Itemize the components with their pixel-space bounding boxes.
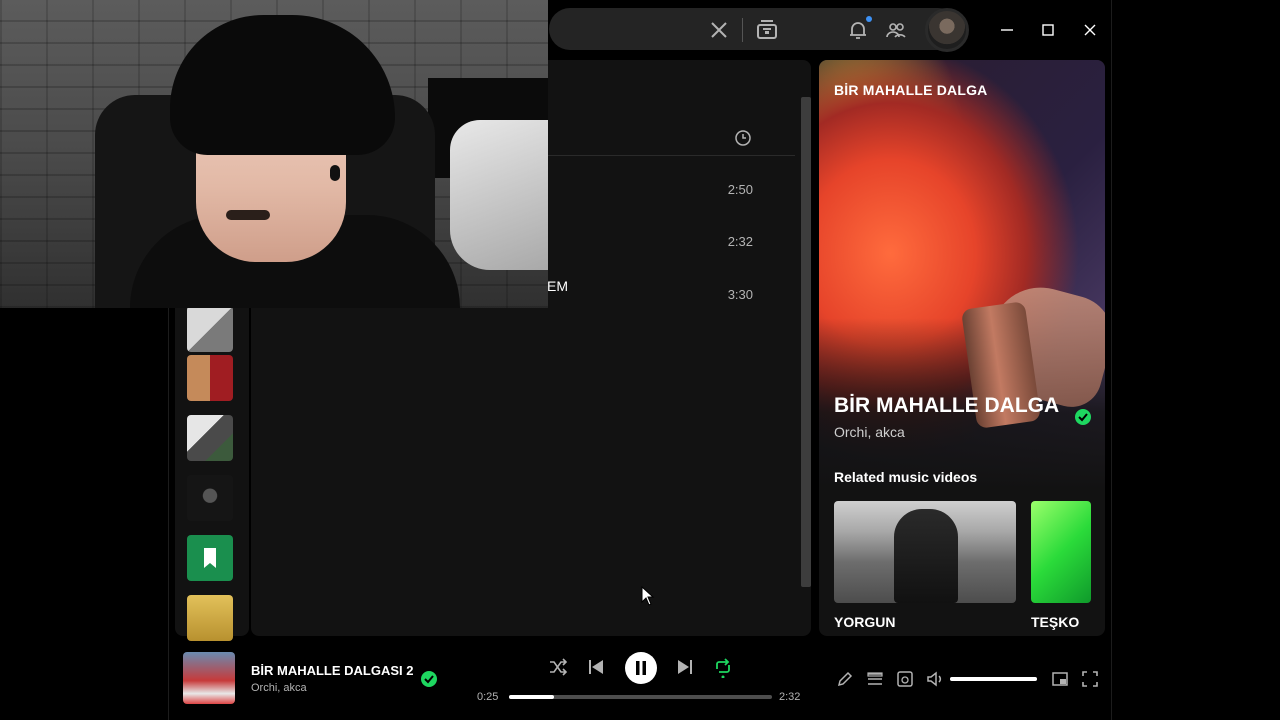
maximize-icon[interactable] xyxy=(1033,15,1063,45)
video-title[interactable]: TEŞKO xyxy=(1031,614,1079,630)
queue-icon[interactable] xyxy=(865,669,885,689)
minimize-icon[interactable] xyxy=(992,15,1022,45)
related-videos-heading: Related music videos xyxy=(834,469,978,485)
miniplayer-icon[interactable] xyxy=(1050,669,1070,689)
notification-dot xyxy=(866,16,872,22)
bell-icon[interactable] xyxy=(846,18,870,42)
pause-icon xyxy=(636,661,646,675)
bookmark-icon xyxy=(204,548,216,568)
clock-icon xyxy=(734,129,752,147)
progress-fill xyxy=(509,695,554,699)
scrollbar[interactable] xyxy=(801,97,811,587)
library-item[interactable] xyxy=(187,306,233,352)
search-divider xyxy=(742,18,743,42)
video-title[interactable]: YORGUN xyxy=(834,614,895,630)
progress-bar[interactable] xyxy=(509,695,772,699)
now-playing-header[interactable]: BİR MAHALLE DALGA xyxy=(834,82,988,98)
cursor-icon xyxy=(641,585,655,606)
webcam-person-hair xyxy=(170,15,395,155)
repeat-icon[interactable] xyxy=(712,656,734,679)
skip-forward-icon[interactable] xyxy=(674,656,696,678)
speaker-icon[interactable] xyxy=(925,669,945,689)
volume-fill xyxy=(950,677,1037,681)
browse-icon[interactable] xyxy=(754,16,780,42)
track-duration: 2:32 xyxy=(727,234,753,249)
devices-icon[interactable] xyxy=(895,669,915,689)
friends-icon[interactable] xyxy=(884,18,908,42)
fullscreen-icon[interactable] xyxy=(1080,669,1100,689)
track-title[interactable]: EM xyxy=(547,278,568,294)
track-duration: 3:30 xyxy=(727,287,753,302)
video-thumbnail[interactable] xyxy=(1031,501,1091,603)
video-person xyxy=(894,509,958,603)
player-track-title[interactable]: BİR MAHALLE DALGASI 2 xyxy=(251,663,414,678)
webcam-pillow xyxy=(450,120,548,270)
close-window-icon[interactable] xyxy=(1075,15,1105,45)
library-item[interactable] xyxy=(187,355,233,401)
volume-slider[interactable] xyxy=(950,677,1037,681)
check-icon[interactable] xyxy=(1075,409,1091,425)
check-icon[interactable] xyxy=(421,671,437,687)
skip-back-icon[interactable] xyxy=(585,656,607,678)
player-track-artists[interactable]: Orchi, akca xyxy=(251,682,307,694)
video-thumbnail[interactable] xyxy=(834,501,1016,603)
track-duration: 2:50 xyxy=(727,182,753,197)
library-item[interactable] xyxy=(187,475,233,521)
now-playing-title[interactable]: BİR MAHALLE DALGA xyxy=(834,394,1059,418)
avatar[interactable] xyxy=(925,8,969,52)
webcam-person-mustache xyxy=(226,210,270,220)
now-playing-artists[interactable]: Orchi, akca xyxy=(834,424,905,440)
total-time: 2:32 xyxy=(779,691,801,703)
pause-button[interactable] xyxy=(625,652,657,684)
webcam-earbud xyxy=(330,165,340,181)
webcam-overlay xyxy=(0,0,548,308)
pen-icon[interactable] xyxy=(835,669,855,689)
library-item[interactable] xyxy=(187,595,233,641)
elapsed-time: 0:25 xyxy=(477,691,499,703)
library-item-saved-episodes[interactable] xyxy=(187,535,233,581)
shuffle-icon[interactable] xyxy=(547,656,569,678)
player-cover-art[interactable] xyxy=(183,652,235,704)
close-icon[interactable] xyxy=(707,18,731,42)
library-item[interactable] xyxy=(187,415,233,461)
now-playing-view: BİR MAHALLE DALGA BİR MAHALLE DALGA Orch… xyxy=(819,60,1105,636)
